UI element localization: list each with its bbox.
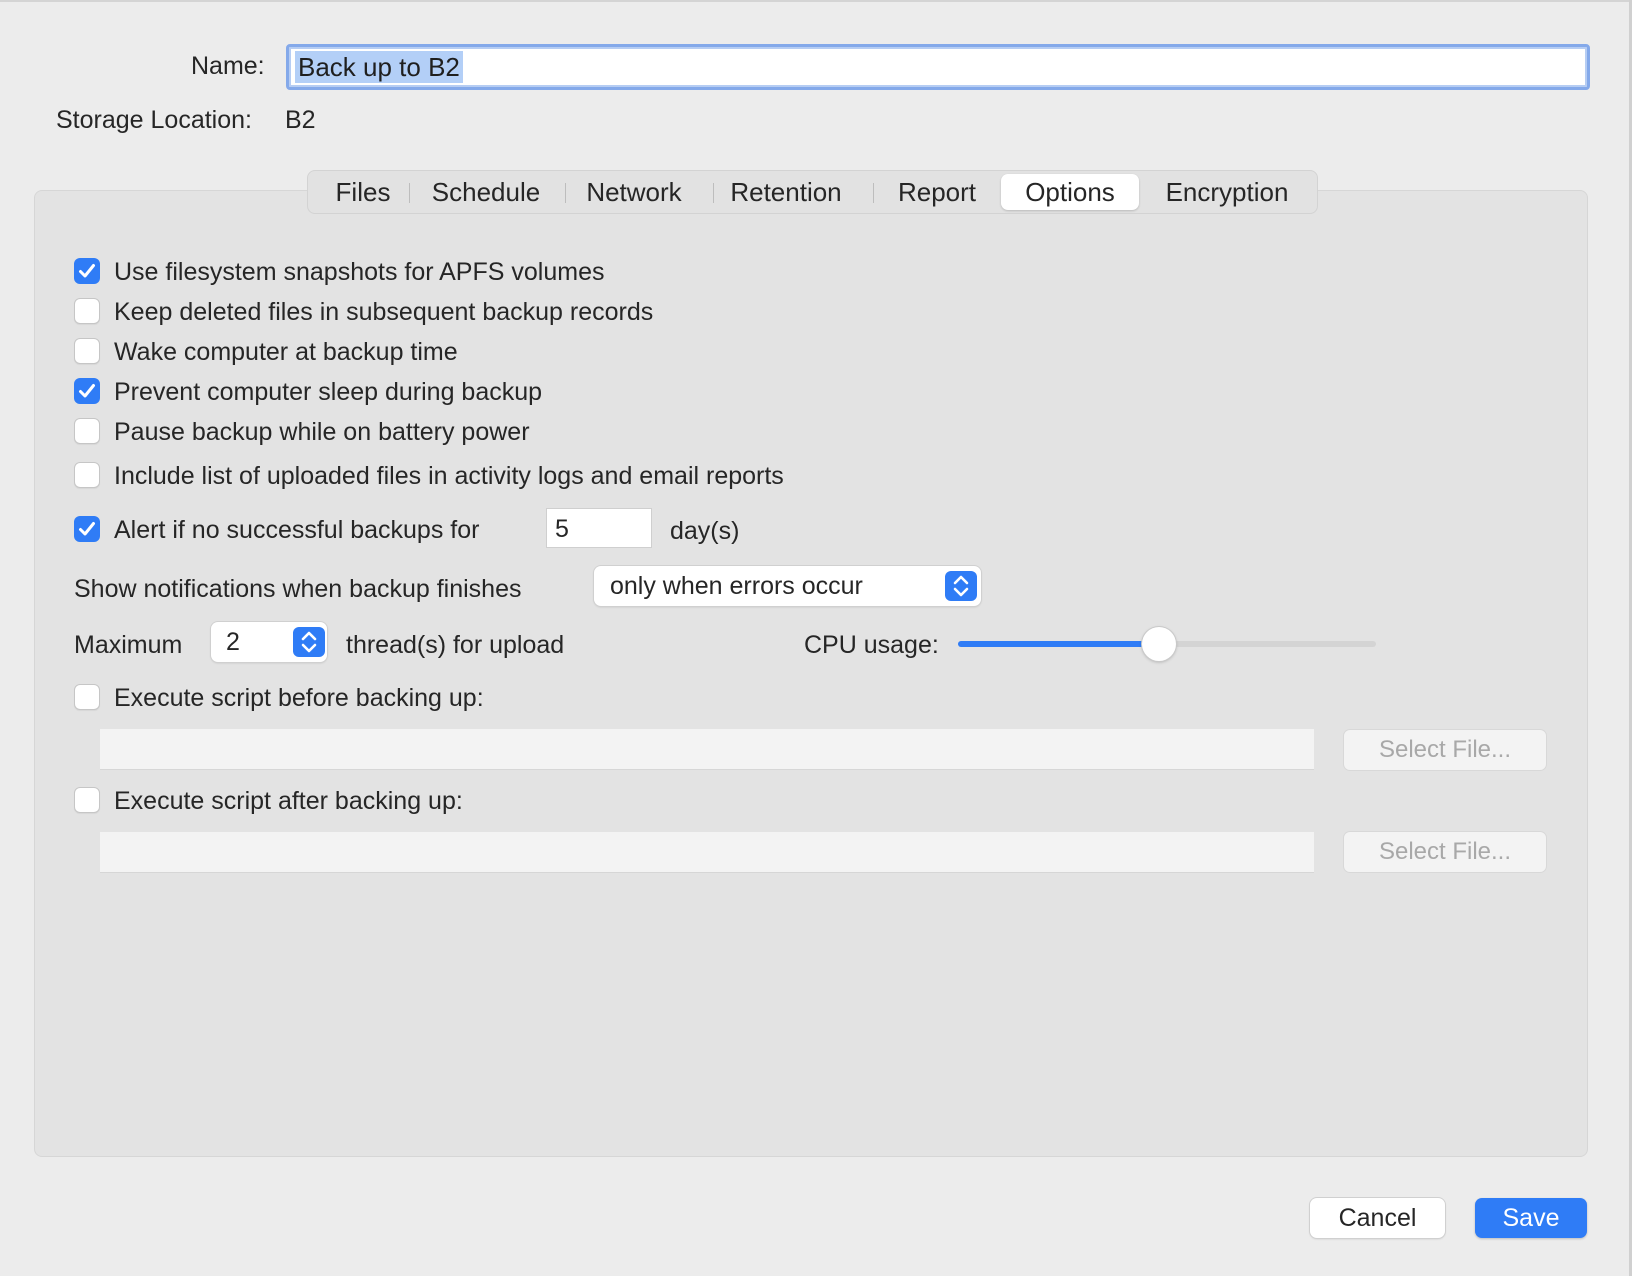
checkbox-label: Keep deleted files in subsequent backup … <box>114 298 654 326</box>
tab-separator <box>409 183 410 203</box>
storage-location-value: B2 <box>285 106 316 134</box>
script-before-path-field[interactable] <box>100 729 1314 770</box>
threads-stepper-popup[interactable]: 2 <box>211 622 327 662</box>
tab-separator <box>565 183 566 203</box>
checkbox-label: Wake computer at backup time <box>114 338 458 366</box>
tab-network[interactable]: Network <box>576 171 692 213</box>
script-before-select-file-button[interactable]: Select File... <box>1344 730 1546 770</box>
checkbox-prevent-sleep[interactable] <box>74 378 100 404</box>
alert-unit-label: day(s) <box>670 517 740 545</box>
checkbox-keep-deleted-files[interactable] <box>74 298 100 324</box>
tab-options[interactable]: Options <box>1001 174 1139 210</box>
checkbox-pause-on-battery[interactable] <box>74 418 100 444</box>
checkbox-label: Pause backup while on battery power <box>114 418 530 446</box>
name-input[interactable]: Back up to B2 <box>286 44 1590 90</box>
options-panel <box>34 190 1588 1157</box>
threads-prefix-label: Maximum <box>74 631 183 659</box>
checkbox-script-before[interactable] <box>74 684 100 710</box>
threads-suffix-label: thread(s) for upload <box>346 631 565 659</box>
tab-report[interactable]: Report <box>884 171 990 213</box>
alert-days-input[interactable]: 5 <box>546 508 652 548</box>
updown-arrows-icon <box>293 627 325 657</box>
tab-schedule[interactable]: Schedule <box>420 171 552 213</box>
tab-separator <box>713 183 714 203</box>
threads-value: 2 <box>226 628 240 656</box>
cpu-usage-slider-fill <box>958 641 1159 647</box>
notifications-selected: only when errors occur <box>610 572 863 600</box>
script-after-path-field[interactable] <box>100 832 1314 873</box>
cancel-button[interactable]: Cancel <box>1310 1198 1445 1238</box>
script-after-label: Execute script after backing up: <box>114 787 463 815</box>
tab-files[interactable]: Files <box>322 171 404 213</box>
name-input-value: Back up to B2 <box>295 51 463 83</box>
checkmark-icon <box>79 264 95 278</box>
checkbox-label: Prevent computer sleep during backup <box>114 378 543 406</box>
alert-label: Alert if no successful backups for <box>114 516 480 544</box>
checkbox-apfs-snapshots[interactable] <box>74 258 100 284</box>
checkbox-wake-computer[interactable] <box>74 338 100 364</box>
script-after-select-file-button[interactable]: Select File... <box>1344 832 1546 872</box>
backup-settings-dialog: Name: Back up to B2 Storage Location: B2… <box>0 0 1632 1276</box>
checkmark-icon <box>79 522 95 536</box>
checkmark-icon <box>79 384 95 398</box>
save-button[interactable]: Save <box>1475 1198 1587 1238</box>
storage-location-label: Storage Location: <box>56 106 252 134</box>
tab-retention[interactable]: Retention <box>724 171 848 213</box>
notifications-label: Show notifications when backup finishes <box>74 575 522 603</box>
checkbox-include-uploaded-list[interactable] <box>74 462 100 488</box>
updown-arrows-icon <box>945 571 977 601</box>
notifications-popup[interactable]: only when errors occur <box>594 566 981 606</box>
checkbox-script-after[interactable] <box>74 787 100 813</box>
name-label: Name: <box>191 52 265 80</box>
checkbox-alert-no-backups[interactable] <box>74 516 100 542</box>
checkbox-label: Include list of uploaded files in activi… <box>114 462 784 490</box>
cpu-usage-label: CPU usage: <box>804 631 939 659</box>
cpu-usage-slider-knob[interactable] <box>1141 627 1176 661</box>
tab-encryption[interactable]: Encryption <box>1148 171 1306 213</box>
checkbox-label: Use filesystem snapshots for APFS volume… <box>114 258 605 286</box>
tab-separator <box>873 183 874 203</box>
tab-bar: Files Schedule Network Retention Report … <box>307 170 1318 214</box>
script-before-label: Execute script before backing up: <box>114 684 484 712</box>
window-top-edge <box>0 0 1632 2</box>
